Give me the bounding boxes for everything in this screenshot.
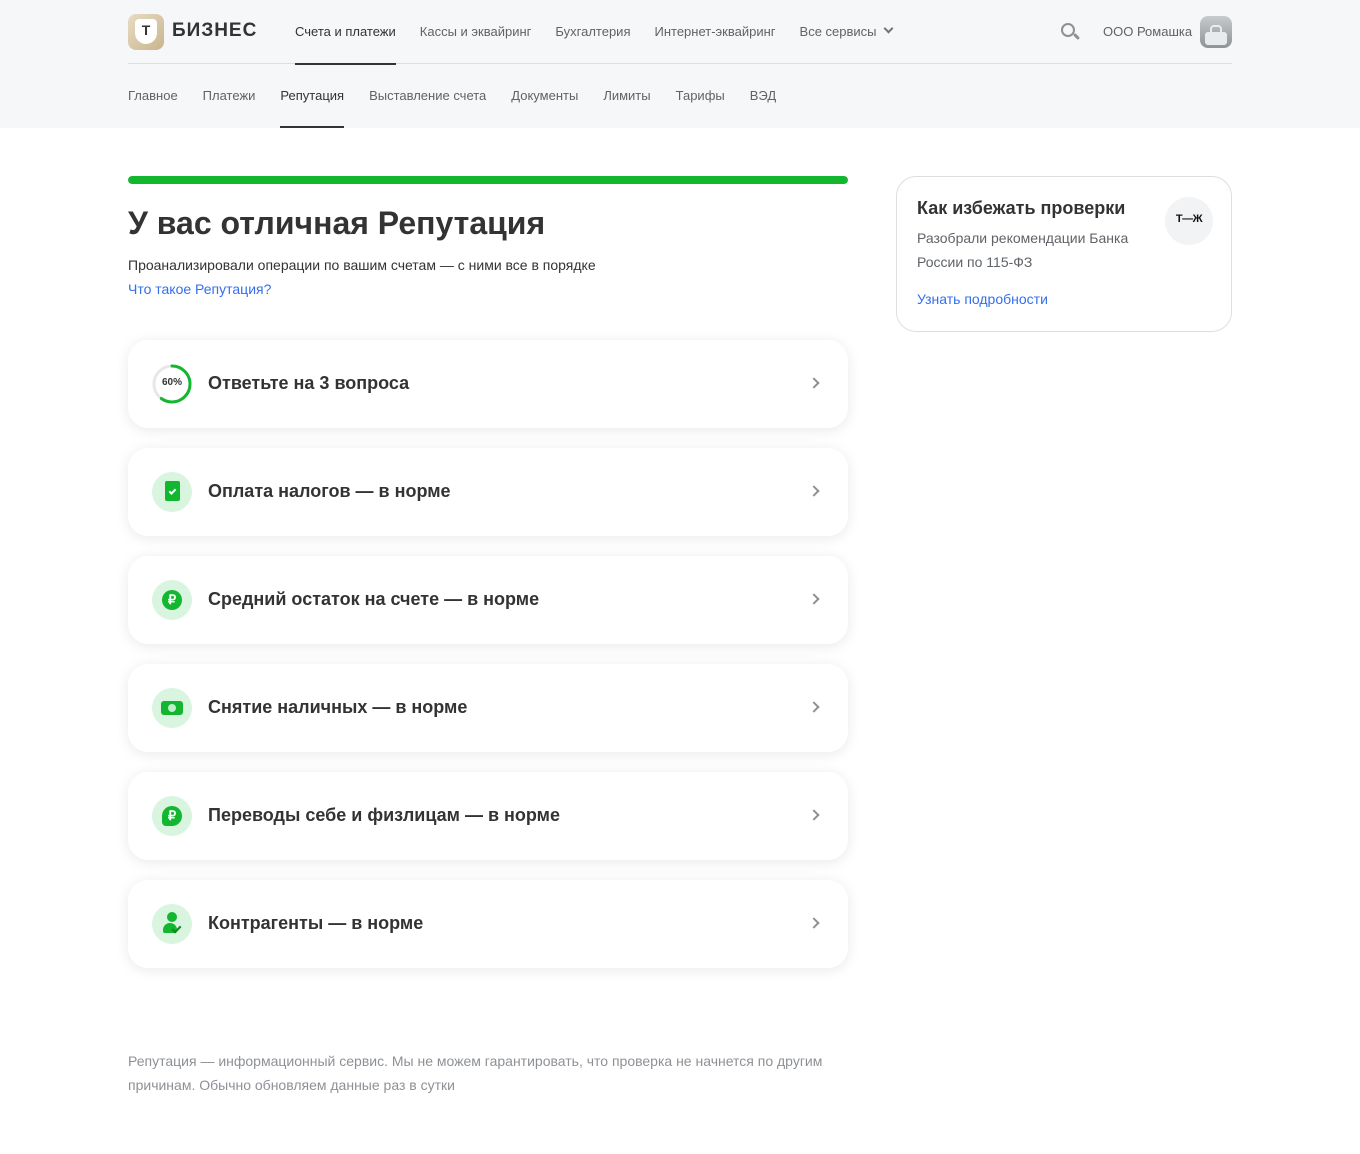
chevron-right-icon: [808, 485, 820, 497]
card-tax-payments[interactable]: Оплата налогов — в норме: [128, 448, 848, 536]
top-nav-accounting[interactable]: Бухгалтерия: [555, 0, 630, 64]
chevron-right-icon: [808, 809, 820, 821]
top-nav-internet-acquiring[interactable]: Интернет-эквайринг: [654, 0, 775, 64]
sub-nav-label: Документы: [511, 88, 579, 103]
page-title: У вас отличная Репутация: [128, 205, 546, 241]
sub-nav-invoicing[interactable]: Выставление счета: [369, 64, 486, 128]
top-nav-label: Бухгалтерия: [555, 24, 631, 39]
card-average-balance[interactable]: ₽ Средний остаток на счете — в норме: [128, 556, 848, 644]
sub-nav-label: Выставление счета: [369, 88, 487, 103]
sub-nav-limits[interactable]: Лимиты: [603, 64, 650, 128]
chevron-right-icon: [808, 917, 820, 929]
header: Т БИЗНЕС Счета и платежи Кассы и эквайри…: [0, 0, 1360, 128]
company-name[interactable]: ООО Ромашка: [1103, 24, 1192, 39]
reputation-progress-bar: [128, 176, 848, 184]
ruble-glyph: ₽: [162, 806, 182, 826]
transfer-icon: ₽: [152, 796, 192, 836]
side-card-title: Как избежать проверки: [917, 198, 1126, 218]
chevron-right-icon: [808, 593, 820, 605]
sub-nav-label: Тарифы: [675, 88, 725, 103]
card-counterparties[interactable]: Контрагенты — в норме: [128, 880, 848, 968]
what-is-reputation-link[interactable]: Что такое Репутация?: [128, 281, 271, 297]
reputation-progress-fill: [128, 176, 848, 184]
counterparty-icon: [152, 904, 192, 944]
sub-nav-label: Репутация: [280, 88, 345, 103]
side-card-text: Разобрали рекомендации Банка России по 1…: [917, 230, 1129, 270]
sub-nav-label: Платежи: [202, 88, 256, 103]
top-nav: Счета и платежи Кассы и эквайринг Бухгал…: [295, 0, 916, 65]
card-label: Оплата налогов — в норме: [208, 481, 451, 501]
top-nav-cash-registers[interactable]: Кассы и эквайринг: [420, 0, 532, 64]
tzh-logo-text: Т—Ж: [1175, 213, 1203, 225]
card-label: Снятие наличных — в норме: [208, 697, 468, 717]
chevron-right-icon: [808, 377, 820, 389]
sub-nav-tariffs[interactable]: Тарифы: [676, 64, 725, 128]
logo-letter: Т: [141, 22, 151, 38]
avoid-check-card[interactable]: Как избежать проверки Разобрали рекоменд…: [896, 176, 1232, 332]
sub-nav-label: ВЭД: [749, 88, 777, 103]
chevron-down-icon: [883, 23, 893, 34]
top-nav-label: Кассы и эквайринг: [419, 24, 532, 39]
tax-document-icon: [152, 472, 192, 512]
sub-nav-payments[interactable]: Платежи: [203, 64, 256, 128]
card-label: Ответьте на 3 вопроса: [208, 373, 410, 393]
sub-nav-main[interactable]: Главное: [128, 64, 178, 128]
card-label: Средний остаток на счете — в норме: [208, 589, 540, 609]
shield-icon: Т: [135, 19, 157, 44]
search-icon[interactable]: [1060, 22, 1081, 42]
cash-icon: [152, 688, 192, 728]
top-nav-label: Счета и платежи: [295, 24, 396, 39]
sub-nav-label: Главное: [128, 88, 178, 103]
sub-nav-ved[interactable]: ВЭД: [750, 64, 776, 128]
top-bar: Т БИЗНЕС Счета и платежи Кассы и эквайри…: [128, 0, 1232, 65]
top-nav-accounts[interactable]: Счета и платежи: [295, 0, 396, 65]
progress-ring-icon: 60%: [152, 364, 192, 404]
top-nav-all-services[interactable]: Все сервисы: [799, 0, 893, 64]
card-label: Контрагенты — в норме: [208, 913, 424, 933]
sub-nav-label: Лимиты: [603, 88, 651, 103]
brand-name[interactable]: БИЗНЕС: [172, 20, 257, 42]
page-subtitle: Проанализировали операции по вашим счета…: [128, 257, 596, 273]
sub-nav: Главное Платежи Репутация Выставление сч…: [128, 64, 801, 128]
tzh-logo: Т—Ж: [1165, 197, 1213, 245]
chevron-right-icon: [808, 701, 820, 713]
card-answer-questions[interactable]: 60% Ответьте на 3 вопроса: [128, 340, 848, 428]
avatar[interactable]: [1200, 16, 1232, 48]
learn-more-link[interactable]: Узнать подробности: [917, 291, 1048, 307]
sub-nav-documents[interactable]: Документы: [511, 64, 578, 128]
top-nav-label: Интернет-эквайринг: [654, 24, 776, 39]
sub-nav-reputation[interactable]: Репутация: [280, 64, 344, 128]
logo[interactable]: Т: [128, 14, 164, 50]
disclaimer: Репутация — информационный сервис. Мы не…: [128, 1053, 823, 1093]
card-label: Переводы себе и физлицам — в норме: [208, 805, 560, 825]
card-transfers[interactable]: ₽ Переводы себе и физлицам — в норме: [128, 772, 848, 860]
card-cash-withdrawal[interactable]: Снятие наличных — в норме: [128, 664, 848, 752]
ruble-glyph: ₽: [162, 590, 182, 610]
top-nav-label: Все сервисы: [799, 24, 877, 39]
reputation-cards: 60% Ответьте на 3 вопроса Оплата налогов…: [128, 340, 848, 988]
progress-ring-label: 60%: [161, 377, 182, 388]
ruble-coin-icon: ₽: [152, 580, 192, 620]
